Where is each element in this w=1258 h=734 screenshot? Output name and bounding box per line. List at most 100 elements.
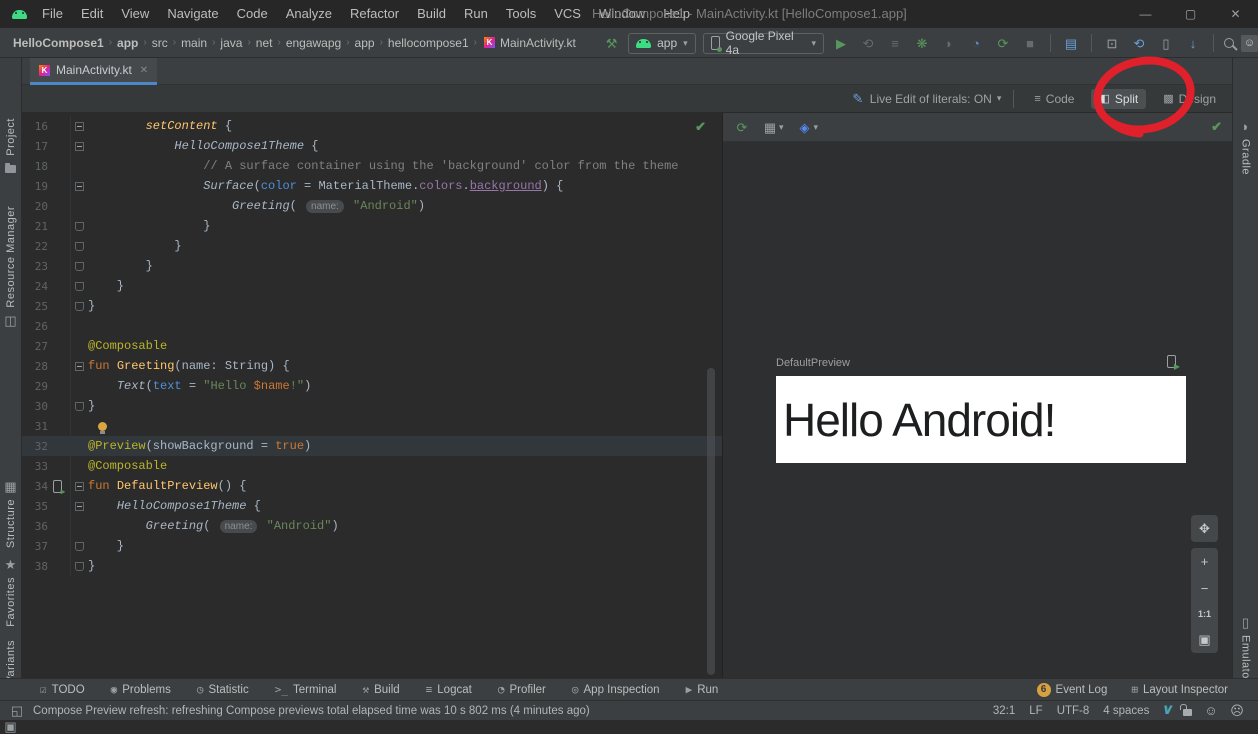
layers-icon[interactable]: ◈ (798, 121, 812, 134)
tool-window-resource-manager[interactable]: Resource Manager◫ (0, 206, 21, 327)
tool-window-emulator[interactable]: ▯Emulator (1233, 616, 1258, 683)
sdk-manager-icon[interactable]: ↓ (1183, 37, 1203, 50)
fold-marker-icon[interactable] (75, 502, 84, 511)
tool-window-switcher-icon[interactable]: ◱ (10, 704, 24, 717)
breadcrumb-item[interactable]: main (180, 36, 208, 50)
search-everywhere-icon[interactable] (1224, 38, 1234, 48)
menu-refactor[interactable]: Refactor (341, 0, 408, 28)
menu-tools[interactable]: Tools (497, 0, 545, 28)
menu-vcs[interactable]: VCS (545, 0, 590, 28)
menu-edit[interactable]: Edit (72, 0, 112, 28)
fold-marker-icon[interactable] (75, 142, 84, 151)
event-log-button[interactable]: 6 Event Log (1037, 683, 1108, 697)
stop-icon[interactable]: ■ (1020, 37, 1040, 50)
tool-window-gradle[interactable]: ◗Gradle (1233, 120, 1258, 175)
fold-marker-icon[interactable] (75, 122, 84, 131)
menu-build[interactable]: Build (408, 0, 455, 28)
attach-debugger-icon[interactable]: ◗ (939, 37, 959, 50)
tool-window-project[interactable]: Project (0, 118, 21, 173)
build-refresh-button[interactable]: ⟳ (735, 121, 749, 134)
tool-window-structure[interactable]: ▦Structure (0, 480, 21, 548)
user-avatar-icon[interactable]: ☺ (1241, 35, 1258, 52)
close-button[interactable]: ✕ (1213, 0, 1258, 28)
menu-view[interactable]: View (112, 0, 158, 28)
fold-marker-icon[interactable] (75, 182, 84, 191)
layers-button[interactable]: ◈▾ (798, 121, 819, 134)
fold-end-icon[interactable] (75, 222, 84, 231)
tool-window-run[interactable]: ▶Run (686, 683, 719, 696)
run-icon[interactable]: ▶ (831, 37, 851, 50)
fold-end-icon[interactable] (75, 262, 84, 271)
fold-end-icon[interactable] (75, 282, 84, 291)
tool-window-terminal[interactable]: >_Terminal (275, 683, 337, 696)
device-combo[interactable]: Google Pixel 4a ▾ (703, 33, 824, 54)
file-encoding[interactable]: UTF-8 (1057, 705, 1090, 717)
fold-marker-icon[interactable] (75, 362, 84, 371)
breadcrumb-item[interactable]: engawapg (285, 36, 342, 50)
editor-scrollbar[interactable] (707, 368, 715, 675)
tool-window-problems[interactable]: ◉Problems (111, 683, 171, 696)
caret-position[interactable]: 32:1 (993, 705, 1015, 717)
v-plugin-icon[interactable]: V (1163, 705, 1171, 717)
mode-button-code[interactable]: ≡ Code (1026, 89, 1082, 109)
pan-button[interactable]: ✥ (1191, 515, 1218, 542)
menu-code[interactable]: Code (228, 0, 277, 28)
tool-window-logcat[interactable]: ≡Logcat (426, 683, 472, 696)
zoom-fit-button[interactable]: ▣ (1198, 633, 1210, 646)
menu-analyze[interactable]: Analyze (277, 0, 341, 28)
breadcrumb-item[interactable]: app (354, 36, 376, 50)
zoom-actual-button[interactable]: 1:1 (1198, 610, 1211, 619)
view-options-icon[interactable]: ▦ (763, 121, 777, 134)
menu-run[interactable]: Run (455, 0, 497, 28)
debug-icon[interactable]: ❋ (912, 37, 932, 50)
tool-window-app-inspection[interactable]: ◎App Inspection (572, 683, 660, 696)
tool-window-statistic[interactable]: ◷Statistic (197, 683, 249, 696)
breadcrumb-item[interactable]: hellocompose1 (387, 36, 470, 50)
mode-button-split[interactable]: ◧ Split (1091, 89, 1146, 109)
tab-mainactivity[interactable]: K MainActivity.kt ✕ (30, 58, 157, 85)
live-edit-dropdown[interactable]: ✎ Live Edit of literals: ON ▾ (851, 92, 1002, 106)
run-preview-on-device-icon[interactable] (1167, 355, 1176, 368)
running-devices-icon[interactable]: ⊡ (1102, 37, 1122, 50)
sync-restart-icon[interactable]: ⟳ (993, 37, 1013, 50)
view-options-button[interactable]: ▦▾ (763, 121, 784, 134)
make-project-icon[interactable]: ⚒ (602, 37, 621, 50)
inspections-ok-icon[interactable]: ✔ (695, 119, 706, 135)
tool-window-build[interactable]: ⚒Build (362, 683, 399, 696)
profiler-icon[interactable]: ◔ (966, 37, 986, 50)
breadcrumb-file[interactable]: KMainActivity.kt (484, 36, 577, 50)
fold-end-icon[interactable] (75, 542, 84, 551)
mode-button-design[interactable]: ▩ Design (1155, 89, 1224, 109)
run-config-combo[interactable]: app ▾ (628, 33, 696, 54)
close-icon[interactable]: ✕ (140, 65, 148, 76)
breadcrumb-item[interactable]: src (151, 36, 169, 50)
maximize-button[interactable]: ▢ (1168, 0, 1213, 28)
breadcrumb-item[interactable]: app (116, 36, 139, 50)
fold-end-icon[interactable] (75, 242, 84, 251)
run-preview-gutter-icon[interactable] (53, 480, 62, 493)
menu-file[interactable]: File (33, 0, 72, 28)
breadcrumb-item[interactable]: net (255, 36, 274, 50)
breadcrumb-item[interactable]: HelloCompose1 (12, 36, 105, 50)
device-file-explorer-icon[interactable]: ▤ (1061, 37, 1081, 50)
fold-end-icon[interactable] (75, 302, 84, 311)
layout-inspector-button[interactable]: ⊞ Layout Inspector (1131, 683, 1228, 696)
device-manager-icon[interactable]: ▯ (1156, 37, 1176, 50)
minimize-button[interactable]: — (1123, 0, 1168, 28)
gradle-sync-icon[interactable]: ⟲ (1129, 37, 1149, 50)
menu-navigate[interactable]: Navigate (158, 0, 227, 28)
feedback-happy-icon[interactable]: ☺ (1204, 704, 1218, 717)
zoom-out-button[interactable]: − (1201, 582, 1209, 595)
indent-setting[interactable]: 4 spaces (1103, 705, 1149, 717)
apply-changes-icon[interactable]: ⟲ (858, 37, 878, 50)
feedback-sad-icon[interactable]: ☹ (1230, 704, 1244, 717)
fold-end-icon[interactable] (75, 562, 84, 571)
line-separator[interactable]: LF (1029, 705, 1042, 717)
tool-window-todo[interactable]: ☑TODO (40, 683, 85, 696)
tool-window-profiler[interactable]: ◔Profiler (498, 683, 546, 696)
intention-bulb-icon[interactable] (98, 422, 107, 431)
breadcrumb-item[interactable]: java (219, 36, 243, 50)
build-refresh-icon[interactable]: ⟳ (735, 121, 749, 134)
code-editor[interactable]: 16 setContent {17 HelloCompose1Theme {18… (22, 113, 722, 678)
apply-code-changes-icon[interactable]: ≡ (885, 37, 905, 50)
